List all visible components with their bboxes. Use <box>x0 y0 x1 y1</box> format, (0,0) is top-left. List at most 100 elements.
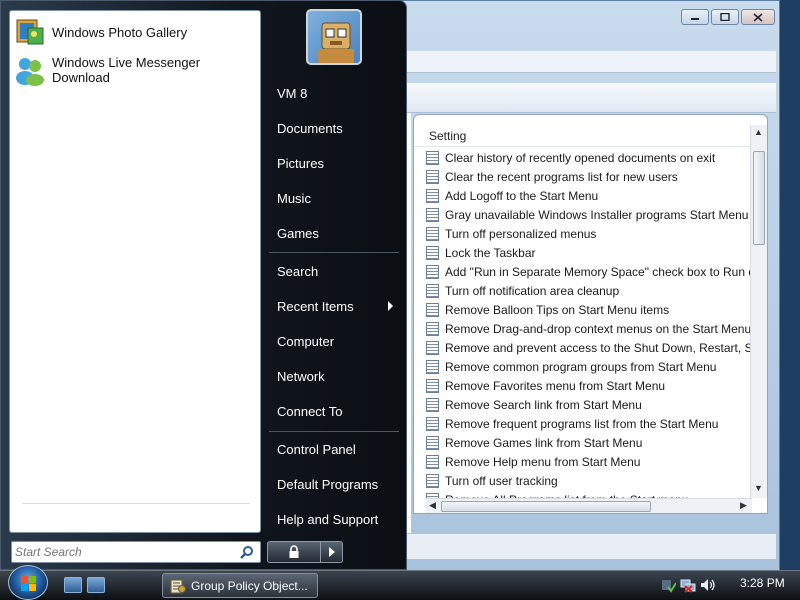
window-titlebar[interactable] <box>381 1 779 35</box>
vertical-scroll-thumb[interactable] <box>753 151 765 245</box>
switch-windows-icon[interactable] <box>87 577 105 593</box>
list-item[interactable]: Remove Balloon Tips on Start Menu items <box>426 300 752 319</box>
menu-separator <box>269 252 399 253</box>
list-header: Setting <box>414 125 751 147</box>
menu-item-computer[interactable]: Computer <box>267 327 397 355</box>
program-windows-live-messenger[interactable]: Windows Live Messenger Download <box>14 53 254 87</box>
vertical-scrollbar[interactable]: ▲ ▼ <box>750 125 767 498</box>
scroll-up-arrow-icon[interactable]: ▲ <box>754 127 763 137</box>
list-item[interactable]: Clear history of recently opened documen… <box>426 148 752 167</box>
menu-item-help-and-support[interactable]: Help and Support <box>267 505 397 533</box>
settings-list[interactable]: Setting Clear history of recently opened… <box>413 114 768 514</box>
list-item[interactable]: Remove All Programs list from the Start … <box>426 490 752 498</box>
minimize-icon <box>691 18 699 20</box>
setting-name: Remove Search link from Start Menu <box>445 397 642 412</box>
list-item[interactable]: Clear the recent programs list for new u… <box>426 167 752 186</box>
policy-setting-icon <box>426 397 439 412</box>
start-search-input[interactable] <box>15 544 235 560</box>
messenger-icon <box>16 58 44 86</box>
start-search-box[interactable] <box>11 541 261 563</box>
menu-item-search[interactable]: Search <box>267 257 397 285</box>
policy-setting-icon <box>426 302 439 317</box>
taskbar-button-group-policy[interactable]: Group Policy Object... <box>162 573 318 598</box>
scroll-down-arrow-icon[interactable]: ▼ <box>754 483 763 493</box>
list-item[interactable]: Lock the Taskbar <box>426 243 752 262</box>
group-policy-icon <box>170 579 186 593</box>
list-item[interactable]: Turn off user tracking <box>426 471 752 490</box>
menu-item-recent-items[interactable]: Recent Items <box>267 292 397 320</box>
list-item[interactable]: Turn off personalized menus <box>426 224 752 243</box>
submenu-arrow-icon <box>388 301 393 311</box>
program-label: Windows Photo Gallery <box>52 24 188 40</box>
menu-separator <box>269 431 399 432</box>
policy-setting-icon <box>426 359 439 374</box>
menu-item-music[interactable]: Music <box>267 184 397 212</box>
minimize-button[interactable] <box>681 9 709 25</box>
start-menu: Windows Photo Gallery Windows Live Messe… <box>0 0 407 570</box>
volume-icon[interactable] <box>700 577 716 593</box>
column-header-setting[interactable]: Setting <box>429 129 466 143</box>
list-item[interactable]: Remove Help menu from Start Menu <box>426 452 752 471</box>
menu-item-vm8[interactable]: VM 8 <box>267 79 397 107</box>
list-item[interactable]: Remove Games link from Start Menu <box>426 433 752 452</box>
setting-name: Turn off notification area cleanup <box>445 283 620 298</box>
chevron-right-icon <box>328 547 335 557</box>
policy-setting-icon <box>426 264 439 279</box>
list-item[interactable]: Add Logoff to the Start Menu <box>426 186 752 205</box>
menu-item-games[interactable]: Games <box>267 219 397 247</box>
scroll-left-arrow-icon[interactable]: ◀ <box>429 500 436 511</box>
shutdown-options-button[interactable] <box>321 541 343 563</box>
network-icon[interactable] <box>680 577 696 593</box>
menu-item-pictures[interactable]: Pictures <box>267 149 397 177</box>
menu-bar <box>381 51 776 73</box>
photo-gallery-icon <box>16 19 44 45</box>
menu-item-default-programs[interactable]: Default Programs <box>267 470 397 498</box>
setting-name: Remove frequent programs list from the S… <box>445 416 719 431</box>
show-desktop-icon[interactable] <box>64 577 82 593</box>
search-icon[interactable] <box>240 545 254 559</box>
program-windows-photo-gallery[interactable]: Windows Photo Gallery <box>14 15 254 49</box>
list-item[interactable]: Gray unavailable Windows Installer progr… <box>426 205 752 224</box>
horizontal-scroll-thumb[interactable] <box>441 501 651 512</box>
status-bar <box>381 533 776 559</box>
maximize-button[interactable] <box>711 9 739 25</box>
toolbar <box>381 83 776 113</box>
windows-logo-icon <box>21 576 36 591</box>
list-item[interactable]: Add "Run in Separate Memory Space" check… <box>426 262 752 281</box>
menu-item-label: Connect To <box>277 403 343 419</box>
list-item[interactable]: Turn off notification area cleanup <box>426 281 752 300</box>
setting-name: Clear the recent programs list for new u… <box>445 169 678 184</box>
close-icon <box>753 12 763 22</box>
policy-setting-icon <box>426 188 439 203</box>
scroll-right-arrow-icon[interactable]: ▶ <box>740 500 747 511</box>
setting-name: Turn off user tracking <box>445 473 558 488</box>
menu-item-network[interactable]: Network <box>267 362 397 390</box>
list-item[interactable]: Remove Search link from Start Menu <box>426 395 752 414</box>
setting-name: Remove Games link from Start Menu <box>445 435 643 450</box>
policy-setting-icon <box>426 321 439 336</box>
setting-name: Add "Run in Separate Memory Space" check… <box>445 264 752 279</box>
list-item[interactable]: Remove Favorites menu from Start Menu <box>426 376 752 395</box>
menu-item-connect-to[interactable]: Connect To <box>267 397 397 425</box>
policy-setting-icon <box>426 207 439 222</box>
policy-setting-icon <box>426 435 439 450</box>
menu-item-label: Search <box>277 263 319 279</box>
list-item[interactable]: Remove frequent programs list from the S… <box>426 414 752 433</box>
start-button[interactable] <box>8 565 48 600</box>
menu-item-documents[interactable]: Documents <box>267 114 397 142</box>
list-item[interactable]: Remove Drag-and-drop context menus on th… <box>426 319 752 338</box>
user-picture[interactable] <box>306 9 362 65</box>
menu-item-label: Documents <box>277 120 343 136</box>
close-button[interactable] <box>741 9 775 25</box>
setting-name: Add Logoff to the Start Menu <box>445 188 599 203</box>
policy-setting-icon <box>426 245 439 260</box>
horizontal-scrollbar[interactable]: ◀ ▶ <box>426 498 752 513</box>
menu-item-label: Network <box>277 368 325 384</box>
taskbar-clock[interactable]: 3:28 PM <box>740 576 785 590</box>
lock-button[interactable] <box>267 541 321 563</box>
menu-item-control-panel[interactable]: Control Panel <box>267 435 397 463</box>
policy-setting-icon <box>426 283 439 298</box>
list-item[interactable]: Remove and prevent access to the Shut Do… <box>426 338 752 357</box>
list-item[interactable]: Remove common program groups from Start … <box>426 357 752 376</box>
windows-defender-icon[interactable] <box>660 577 676 593</box>
